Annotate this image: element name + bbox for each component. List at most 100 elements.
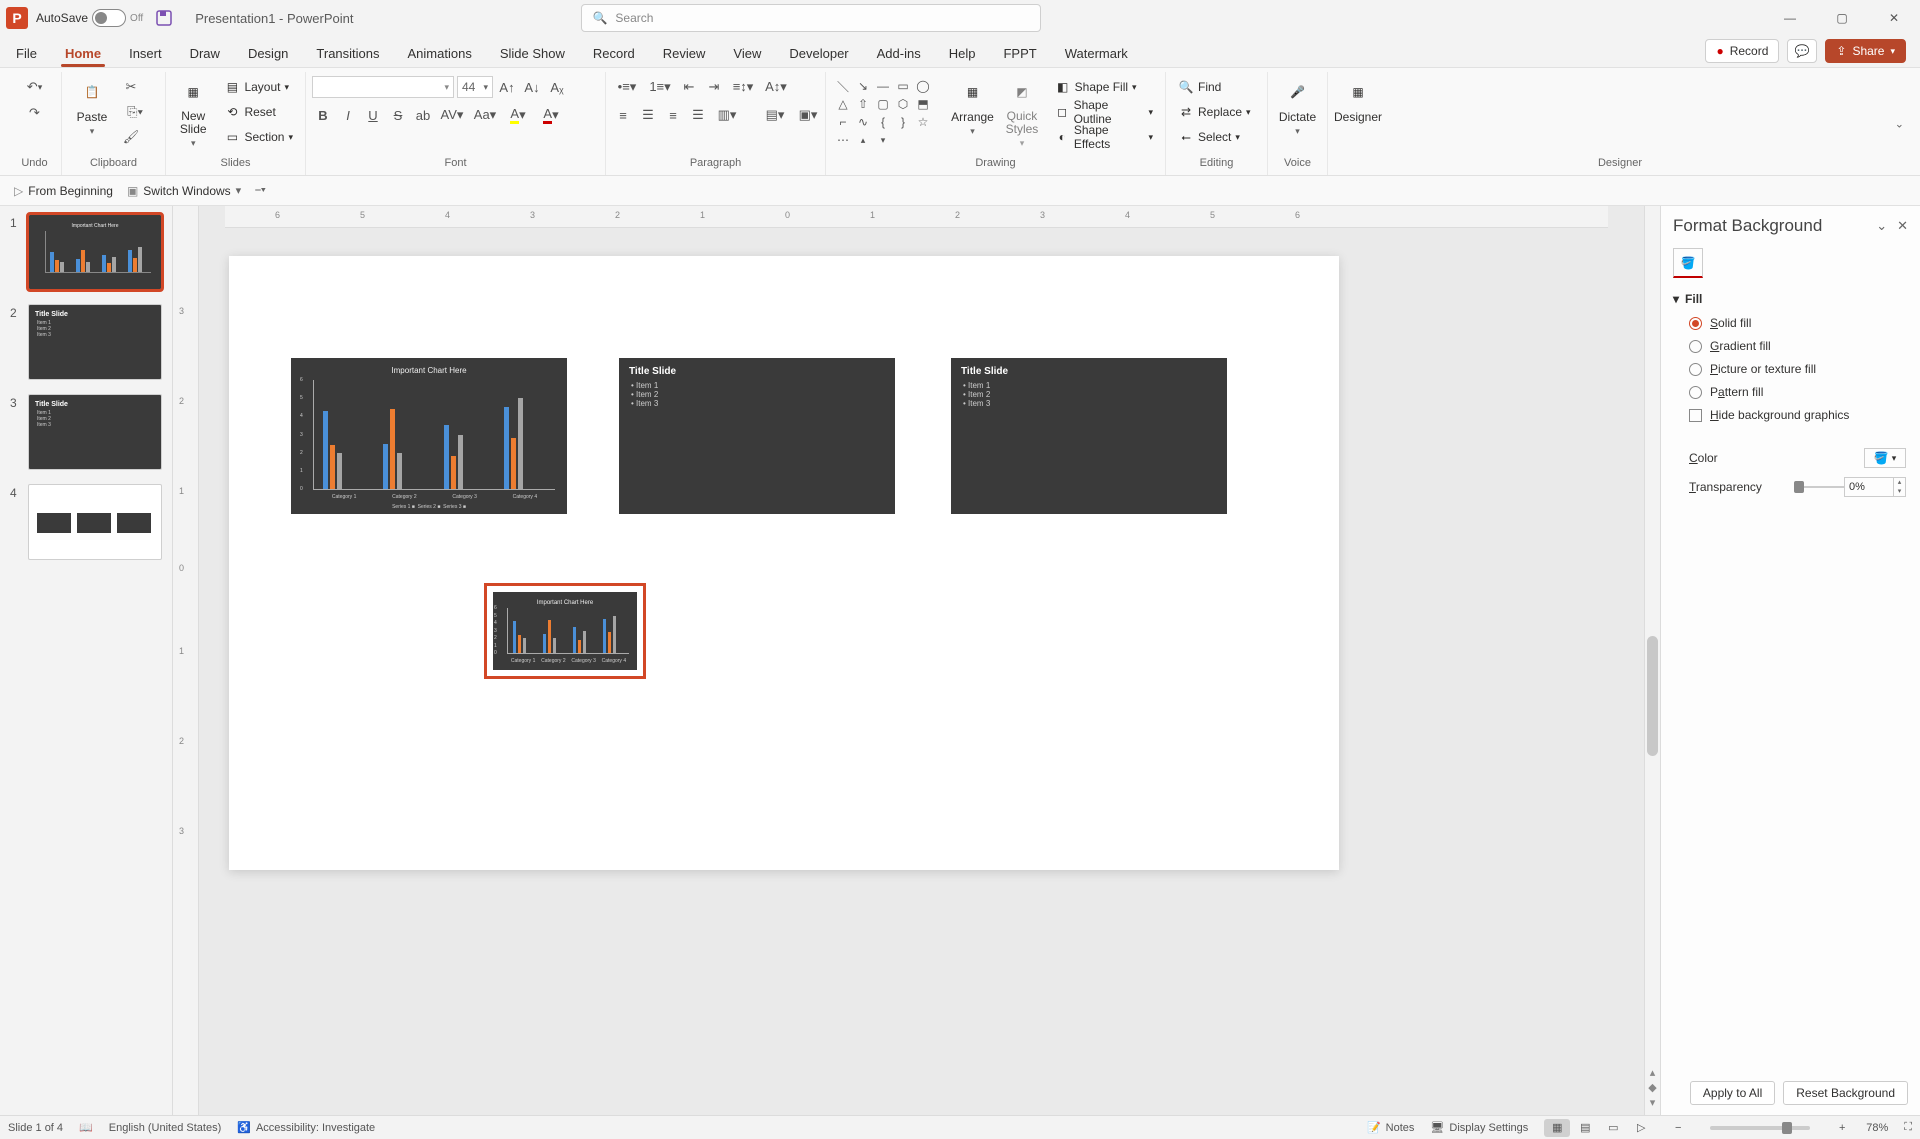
shape-callout-icon[interactable]: ⬒ (914, 96, 932, 112)
tab-design[interactable]: Design (246, 42, 290, 67)
shape-effects-button[interactable]: ◐Shape Effects▾ (1049, 126, 1159, 148)
thumbnail-slide-2[interactable]: Title Slide Item 1 Item 2 Item 3 (28, 304, 162, 380)
underline-button[interactable]: U (362, 104, 384, 126)
zoom-level[interactable]: 78% (1866, 1122, 1888, 1134)
tab-addins[interactable]: Add-ins (875, 42, 923, 67)
text-shadow-button[interactable]: ab (412, 104, 434, 126)
shape-curve-icon[interactable]: ∿ (854, 114, 872, 130)
fit-slide-button[interactable]: ◆ (1648, 1081, 1656, 1094)
align-justify-button[interactable]: ☰ (687, 104, 709, 126)
align-right-button[interactable]: ≡ (662, 104, 684, 126)
shape-star-icon[interactable]: ☆ (914, 114, 932, 130)
tab-slide-show[interactable]: Slide Show (498, 42, 567, 67)
zoom-slider[interactable] (1710, 1126, 1810, 1130)
reading-view-button[interactable]: ▭ (1600, 1119, 1626, 1137)
slideshow-view-button[interactable]: ▷ (1628, 1119, 1654, 1137)
shape-rrect-icon[interactable]: ▢ (874, 96, 892, 112)
autosave-toggle[interactable] (92, 9, 126, 27)
pane-close-button[interactable]: ✕ (1897, 218, 1908, 234)
minimize-button[interactable]: — (1776, 4, 1804, 32)
columns-button[interactable]: ▥▾ (712, 104, 742, 126)
slide-canvas[interactable]: Important Chart Here Category 1Category … (229, 256, 1339, 870)
zoom-in-button[interactable]: + (1834, 1122, 1850, 1134)
format-fill-category-icon[interactable]: 🪣 (1673, 248, 1703, 278)
dragged-selected-slide[interactable]: Important Chart Here Category 1Category … (487, 586, 643, 676)
strikethrough-button[interactable]: S (387, 104, 409, 126)
vertical-scrollbar[interactable]: ▴ ◆ ▾ (1644, 206, 1660, 1115)
align-center-button[interactable]: ☰ (637, 104, 659, 126)
tab-record[interactable]: Record (591, 42, 637, 67)
tab-developer[interactable]: Developer (787, 42, 850, 67)
shape-fill-button[interactable]: ◧Shape Fill▾ (1049, 76, 1159, 98)
shape-line-icon[interactable]: ＼ (834, 78, 852, 94)
pane-options-button[interactable]: ⌄ (1876, 218, 1887, 234)
designer-button[interactable]: ▦Designer (1334, 76, 1382, 124)
picture-fill-radio[interactable]: Picture or texture fill (1689, 362, 1906, 376)
transparency-spinner[interactable]: 0%▴▾ (1844, 477, 1906, 497)
clear-formatting-button[interactable]: Aᵪ (546, 76, 568, 98)
shape-lconn-icon[interactable]: ⌐ (834, 114, 852, 130)
thumbnail-slide-1[interactable]: Important Chart Here (28, 214, 162, 290)
comments-button[interactable]: 💬 (1787, 39, 1817, 63)
summary-thumb-title-1[interactable]: Title Slide • Item 1 • Item 2 • Item 3 (619, 358, 895, 514)
increase-font-button[interactable]: A↑ (496, 76, 518, 98)
save-button[interactable] (151, 5, 177, 31)
decrease-font-button[interactable]: A↓ (521, 76, 543, 98)
font-size-input[interactable]: 44▾ (457, 76, 493, 98)
shapes-gallery[interactable]: ＼ ↘ ― ▭ ◯ △ ⇧ ▢ ⬡ ⬒ ⌐ ∿ { } ☆ ⋯ ▴ ▾ (832, 76, 946, 150)
section-button[interactable]: ▭Section▾ (218, 126, 299, 148)
close-button[interactable]: ✕ (1880, 4, 1908, 32)
highlight-button[interactable]: A▾ (503, 104, 533, 126)
text-direction-button[interactable]: A↕▾ (761, 76, 791, 98)
language-button[interactable]: English (United States) (109, 1122, 222, 1134)
customize-qat-button[interactable]: ⎯▾ (255, 184, 266, 197)
char-spacing-button[interactable]: AV▾ (437, 104, 467, 126)
from-beginning-button[interactable]: ▷From Beginning (14, 184, 113, 198)
font-name-input[interactable]: ▾ (312, 76, 454, 98)
thumbnail-slide-3[interactable]: Title Slide Item 1 Item 2 Item 3 (28, 394, 162, 470)
accessibility-button[interactable]: ♿Accessibility: Investigate (237, 1121, 375, 1134)
undo-button[interactable]: ↶ ▾ (20, 76, 50, 98)
sorter-view-button[interactable]: ▤ (1572, 1119, 1598, 1137)
cut-button[interactable]: ✂ (120, 76, 142, 98)
shape-arrow-icon[interactable]: ↘ (854, 78, 872, 94)
shape-oval-icon[interactable]: ◯ (914, 78, 932, 94)
scrollbar-thumb[interactable] (1647, 636, 1658, 756)
new-slide-button[interactable]: ▦ NewSlide ▾ (172, 76, 214, 149)
fit-to-window-button[interactable]: ⛶ (1904, 1121, 1912, 1134)
collapse-ribbon-button[interactable]: ⌄ (1895, 117, 1904, 130)
shape-hex-icon[interactable]: ⬡ (894, 96, 912, 112)
notes-button[interactable]: 📝Notes (1367, 1121, 1414, 1134)
tab-draw[interactable]: Draw (188, 42, 222, 67)
shape-arrow-up-icon[interactable]: ⇧ (854, 96, 872, 112)
numbering-button[interactable]: 1≡▾ (645, 76, 675, 98)
switch-windows-button[interactable]: ▣Switch Windows▾ (127, 184, 241, 198)
decrease-indent-button[interactable]: ⇤ (678, 76, 700, 98)
spellcheck-button[interactable]: 📖 (79, 1121, 93, 1134)
slide-counter[interactable]: Slide 1 of 4 (8, 1122, 63, 1134)
tab-help[interactable]: Help (947, 42, 978, 67)
share-button[interactable]: ⇪Share▾ (1825, 39, 1906, 63)
hide-bg-checkbox[interactable]: Hide background graphics (1689, 408, 1906, 422)
tab-view[interactable]: View (731, 42, 763, 67)
format-painter-button[interactable]: 🖌 (120, 126, 142, 148)
prev-slide-button[interactable]: ▴ (1650, 1066, 1656, 1079)
tab-home[interactable]: Home (63, 42, 103, 67)
layout-button[interactable]: ▤Layout▾ (218, 76, 299, 98)
replace-button[interactable]: ⇄Replace▾ (1172, 101, 1257, 123)
summary-thumb-title-2[interactable]: Title Slide • Item 1 • Item 2 • Item 3 (951, 358, 1227, 514)
italic-button[interactable]: I (337, 104, 359, 126)
fill-section-header[interactable]: ▾Fill (1661, 288, 1920, 310)
increase-indent-button[interactable]: ⇥ (703, 76, 725, 98)
bullets-button[interactable]: •≡▾ (612, 76, 642, 98)
shape-outline-button[interactable]: ◻Shape Outline▾ (1049, 101, 1159, 123)
pattern-fill-radio[interactable]: Pattern fill (1689, 385, 1906, 399)
arrange-button[interactable]: ▦Arrange▾ (950, 76, 995, 137)
next-slide-button[interactable]: ▾ (1650, 1096, 1656, 1109)
align-left-button[interactable]: ≡ (612, 104, 634, 126)
copy-button[interactable]: ⎘▾ (120, 101, 150, 123)
tab-transitions[interactable]: Transitions (314, 42, 381, 67)
select-button[interactable]: ⭠Select▾ (1172, 126, 1246, 148)
tab-insert[interactable]: Insert (127, 42, 164, 67)
shape-brace2-icon[interactable]: } (894, 114, 912, 130)
